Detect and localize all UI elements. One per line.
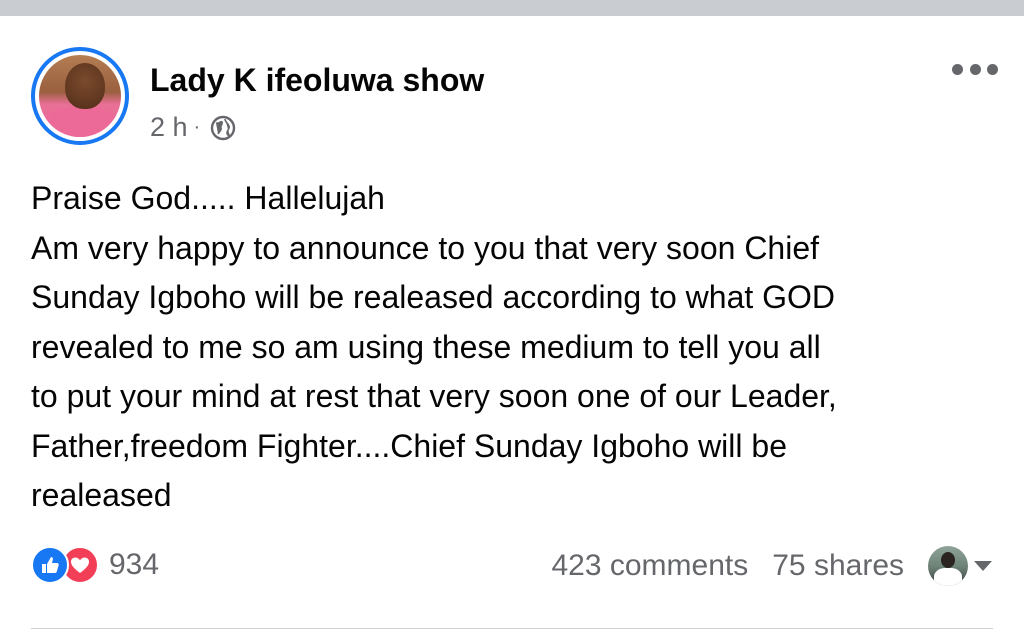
globe-icon[interactable]	[210, 115, 236, 141]
meta-separator: ·	[193, 116, 201, 138]
reactions-summary[interactable]: 934	[31, 546, 159, 584]
post-line: Father,freedom Fighter....Chief Sunday I…	[31, 427, 787, 464]
comments-count[interactable]: 423 comments	[551, 549, 748, 583]
more-options-icon[interactable]	[952, 61, 998, 77]
author-name[interactable]: Lady K ifeoluwa show	[150, 62, 484, 99]
post-line: Praise God..... Hallelujah	[31, 180, 385, 216]
top-separator-strip	[0, 0, 1024, 16]
post-line: realeased	[31, 477, 172, 513]
post-stats: 423 comments 75 shares	[551, 546, 992, 586]
post-line: Sunday Igboho will be realeased accordin…	[31, 279, 836, 315]
post-line: revealed to me so am using these medium …	[31, 328, 821, 365]
post-card: Lady K ifeoluwa show 2 h · Praise God...…	[0, 16, 1024, 629]
caret-down-icon[interactable]	[974, 561, 992, 571]
author-avatar-image	[39, 55, 121, 137]
like-reaction-icon	[31, 546, 69, 584]
post-timestamp[interactable]: 2 h	[150, 112, 188, 143]
shares-count[interactable]: 75 shares	[772, 549, 904, 583]
post-line: Am very happy to announce to you that ve…	[31, 229, 820, 266]
post-meta: 2 h ·	[150, 112, 236, 143]
reaction-count: 934	[109, 548, 160, 581]
post-body: Praise God..... Hallelujah Am very happy…	[31, 174, 1006, 521]
viewer-avatar[interactable]	[928, 546, 968, 586]
author-avatar[interactable]	[31, 47, 129, 145]
post-line: to put your mind at rest that very soon …	[31, 378, 837, 414]
